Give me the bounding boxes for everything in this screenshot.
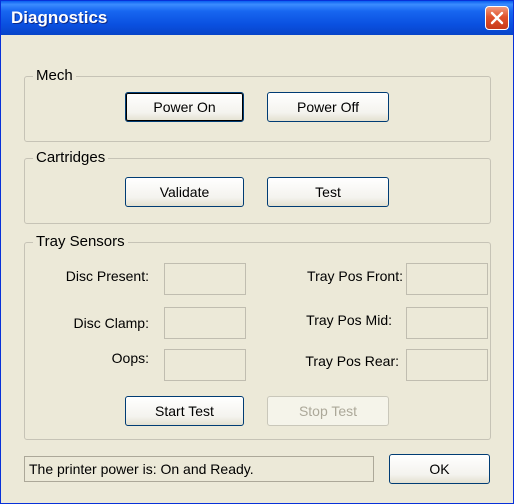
disc-present-label: Disc Present: — [65, 268, 149, 284]
mech-group-label: Mech — [33, 67, 76, 84]
window-title: Diagnostics — [11, 8, 108, 27]
tray-sensors-group-label: Tray Sensors — [33, 233, 128, 250]
disc-present-indicator — [164, 263, 246, 295]
power-on-button[interactable]: Power On — [125, 92, 244, 122]
tray-pos-front-indicator — [406, 263, 488, 295]
oops-indicator — [164, 349, 246, 381]
close-icon — [490, 11, 504, 25]
tray-pos-rear-indicator — [406, 349, 488, 381]
diagnostics-window: Diagnostics Mech Power On Power Off Cart… — [0, 0, 514, 504]
start-test-button[interactable]: Start Test — [125, 396, 244, 426]
mech-group: Mech — [24, 67, 491, 142]
stop-test-button: Stop Test — [267, 396, 389, 426]
test-button[interactable]: Test — [267, 177, 389, 207]
close-button[interactable] — [485, 6, 509, 30]
tray-pos-mid-label: Tray Pos Mid: — [306, 312, 392, 328]
tray-pos-rear-label: Tray Pos Rear: — [305, 353, 399, 369]
power-off-button[interactable]: Power Off — [267, 92, 389, 122]
cartridges-group: Cartridges — [24, 149, 491, 224]
disc-clamp-label: Disc Clamp: — [73, 315, 149, 331]
cartridges-group-label: Cartridges — [33, 149, 109, 166]
ok-button[interactable]: OK — [389, 454, 490, 484]
disc-clamp-indicator — [164, 307, 246, 339]
status-bar: The printer power is: On and Ready. — [24, 456, 374, 482]
tray-pos-mid-indicator — [406, 307, 488, 339]
validate-button[interactable]: Validate — [125, 177, 244, 207]
title-bar[interactable]: Diagnostics — [1, 1, 513, 35]
oops-label: Oops: — [111, 350, 149, 366]
tray-pos-front-label: Tray Pos Front: — [307, 268, 403, 284]
